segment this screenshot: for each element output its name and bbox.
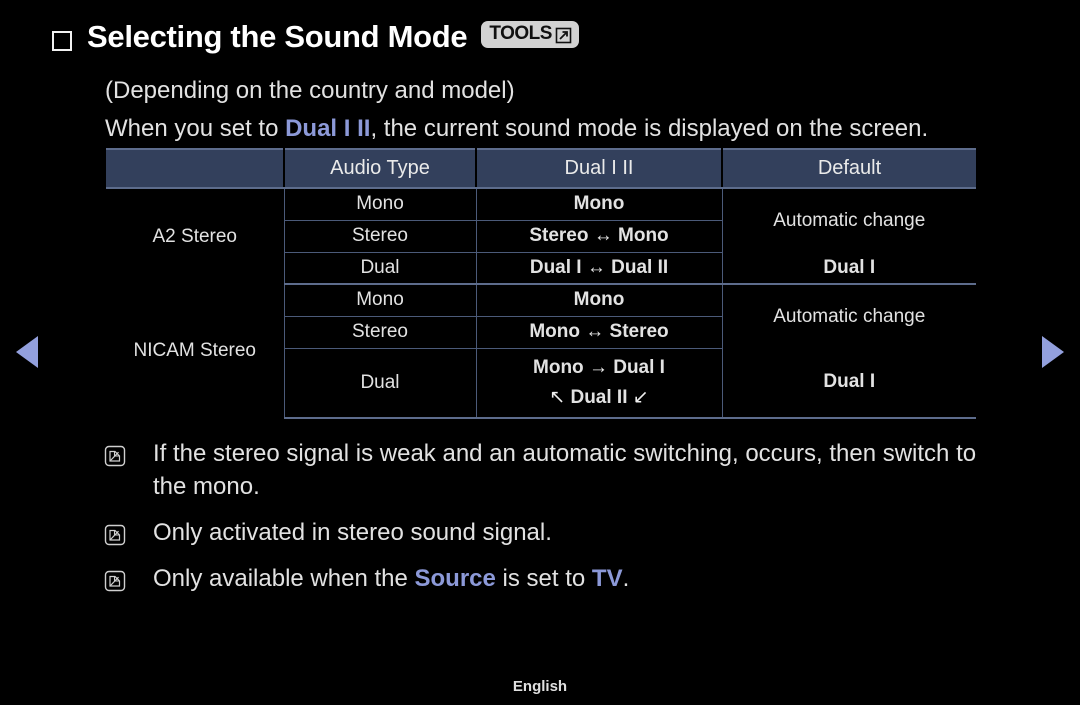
cell-dual-mode: Mono ↔ Stereo	[476, 316, 723, 349]
note-pre: Only available when the	[153, 565, 415, 592]
note-item: If the stereo signal is weak and an auto…	[103, 437, 1023, 503]
table-header-audio-type: Audio Type	[284, 148, 477, 189]
cell-audio-type: Mono	[284, 284, 477, 317]
page-header: Selecting the Sound Mode TOOLS	[52, 16, 579, 58]
notes-list: If the stereo signal is weak and an auto…	[103, 437, 1023, 608]
cell-default: Automatic change	[773, 209, 926, 231]
tools-badge-label: TOOLS	[489, 23, 552, 44]
table-row: NICAM Stereo Mono Mono Automatic change	[106, 284, 976, 418]
note-icon	[103, 523, 127, 547]
cell-audio-type: Dual	[284, 348, 477, 419]
previous-page-arrow-icon[interactable]	[16, 336, 38, 368]
cell-dual-mode: Mono	[476, 284, 723, 317]
note-item: Only activated in stereo sound signal.	[103, 516, 1023, 549]
cell-signal-a2: A2 Stereo	[106, 188, 285, 284]
cell-default: Dual I	[722, 252, 976, 285]
cell-audio-type: Stereo	[284, 316, 477, 349]
note-accent-tv: TV	[591, 565, 623, 592]
next-page-arrow-icon[interactable]	[1042, 336, 1064, 368]
note-text: Only available when the Source is set to…	[153, 562, 629, 595]
note-icon	[103, 444, 127, 468]
intro-line-1: (Depending on the country and model)	[105, 77, 515, 104]
footer-language: English	[512, 678, 568, 695]
bullet-square-icon	[52, 30, 72, 51]
note-mid: is set to	[495, 565, 592, 592]
table-header-default: Default	[722, 148, 976, 189]
page-title: Selecting the Sound Mode TOOLS	[87, 19, 579, 55]
tools-badge[interactable]: TOOLS	[481, 21, 579, 48]
intro-line-2-post: , the current sound mode is displayed on…	[370, 115, 929, 142]
tools-arrow-icon	[555, 27, 572, 44]
table-header-dual: Dual I II	[476, 148, 723, 189]
intro-line-2: When you set to Dual I II, the current s…	[105, 110, 1005, 148]
note-item: Only available when the Source is set to…	[103, 562, 1023, 595]
cell-dual-mode: Mono	[476, 188, 723, 221]
dual-cycle-line-1: Mono → Dual I	[533, 356, 665, 378]
note-icon	[103, 569, 127, 593]
cell-default: Dual I	[722, 348, 976, 419]
cell-audio-type: Mono	[284, 188, 477, 221]
arrow-up-left-icon: ↖	[549, 386, 566, 408]
cell-dual-mode: Dual I ↔ Dual II	[476, 252, 723, 285]
dual-cycle-line-2: ↖ Dual II ↙	[549, 386, 649, 408]
intro-line-2-pre: When you set to	[105, 115, 286, 142]
note-text: Only activated in stereo sound signal.	[153, 519, 552, 546]
cell-dual-mode: Stereo ↔ Mono	[476, 220, 723, 253]
table-header-row: Audio Type Dual I II Default	[106, 148, 976, 189]
note-accent-source: Source	[414, 565, 496, 592]
cell-audio-type: Dual	[284, 252, 477, 285]
cell-dual-mode-cycle: Mono → Dual I ↖ Dual II ↙	[476, 348, 723, 419]
table-header-signal	[106, 148, 285, 189]
arrow-right-icon: →	[588, 356, 608, 378]
note-text: If the stereo signal is weak and an auto…	[153, 440, 977, 500]
sound-mode-table-wrapper: Audio Type Dual I II Default A2 Stereo M…	[106, 148, 976, 419]
arrow-down-left-icon: ↙	[632, 386, 649, 408]
table-row: A2 Stereo Mono Mono Automatic change	[106, 188, 976, 284]
cell-default: Automatic change	[773, 305, 926, 327]
intro-dual-accent: Dual I II	[285, 115, 371, 142]
sound-mode-table: Audio Type Dual I II Default A2 Stereo M…	[106, 148, 976, 419]
cell-signal-nicam: NICAM Stereo	[106, 284, 285, 418]
note-post: .	[622, 565, 630, 592]
intro-text: (Depending on the country and model) Whe…	[105, 72, 1005, 148]
cell-audio-type: Stereo	[284, 220, 477, 253]
